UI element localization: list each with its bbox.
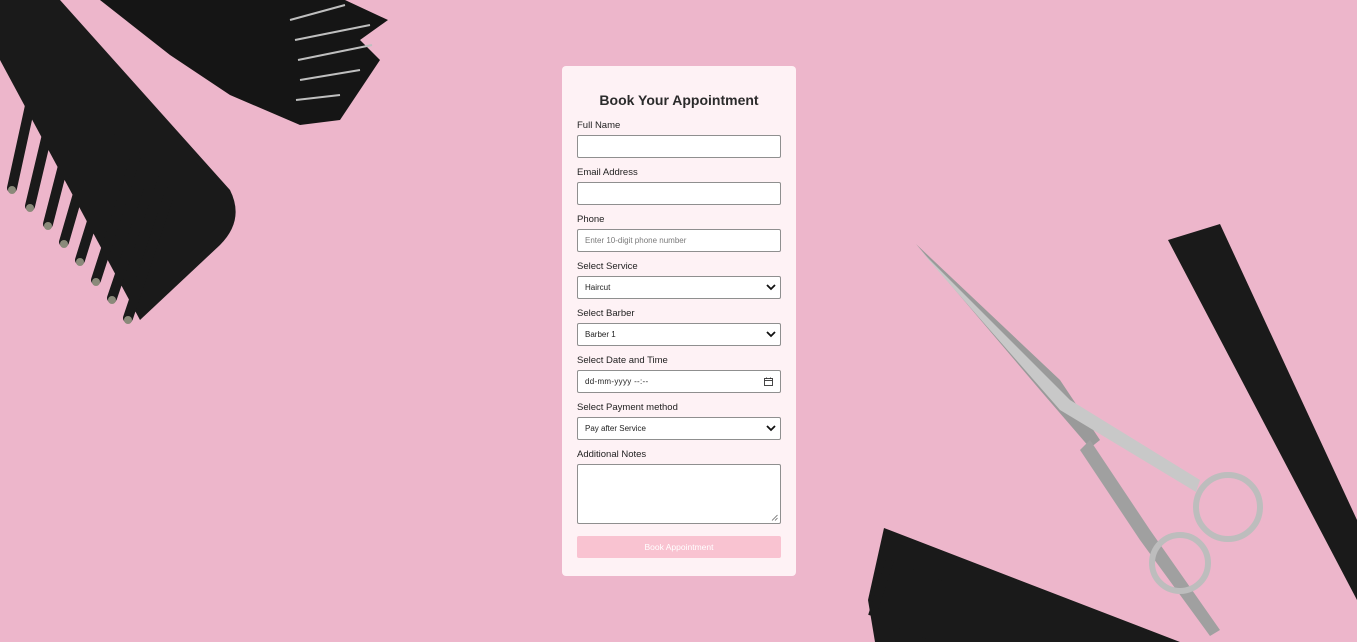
phone-label: Phone: [577, 214, 605, 225]
notes-field: Additional Notes: [577, 449, 781, 524]
full-name-field: Full Name: [577, 120, 781, 158]
notes-textarea[interactable]: [577, 464, 781, 524]
book-appointment-button[interactable]: Book Appointment: [577, 536, 781, 558]
payment-select[interactable]: Pay after Service: [577, 417, 781, 440]
barber-field: Select Barber Barber 1: [577, 308, 781, 346]
barber-selected-value: Barber 1: [585, 330, 616, 339]
service-select[interactable]: Haircut: [577, 276, 781, 299]
phone-placeholder: Enter 10-digit phone number: [585, 236, 687, 245]
form-title: Book Your Appointment: [599, 92, 759, 108]
datetime-placeholder: dd-mm-yyyy --:--: [585, 377, 649, 386]
resize-grip-icon[interactable]: [771, 514, 778, 521]
datetime-label: Select Date and Time: [577, 355, 668, 366]
datetime-input[interactable]: dd-mm-yyyy --:--: [577, 370, 781, 393]
phone-field: Phone Enter 10-digit phone number: [577, 214, 781, 252]
full-name-input[interactable]: [577, 135, 781, 158]
datetime-field: Select Date and Time dd-mm-yyyy --:--: [577, 355, 781, 393]
email-field: Email Address: [577, 167, 781, 205]
notes-label: Additional Notes: [577, 449, 647, 460]
email-label: Email Address: [577, 167, 638, 178]
payment-label: Select Payment method: [577, 402, 678, 413]
service-label: Select Service: [577, 261, 638, 272]
calendar-icon[interactable]: [764, 377, 773, 386]
email-input[interactable]: [577, 182, 781, 205]
barber-select[interactable]: Barber 1: [577, 323, 781, 346]
chevron-down-icon: [766, 331, 776, 338]
chevron-down-icon: [766, 284, 776, 291]
payment-selected-value: Pay after Service: [585, 424, 646, 433]
payment-field: Select Payment method Pay after Service: [577, 402, 781, 440]
full-name-label: Full Name: [577, 120, 621, 131]
booking-form-card: Book Your Appointment Full Name Email Ad…: [562, 66, 796, 576]
chevron-down-icon: [766, 425, 776, 432]
phone-input[interactable]: Enter 10-digit phone number: [577, 229, 781, 252]
service-field: Select Service Haircut: [577, 261, 781, 299]
service-selected-value: Haircut: [585, 283, 611, 292]
barber-label: Select Barber: [577, 308, 635, 319]
